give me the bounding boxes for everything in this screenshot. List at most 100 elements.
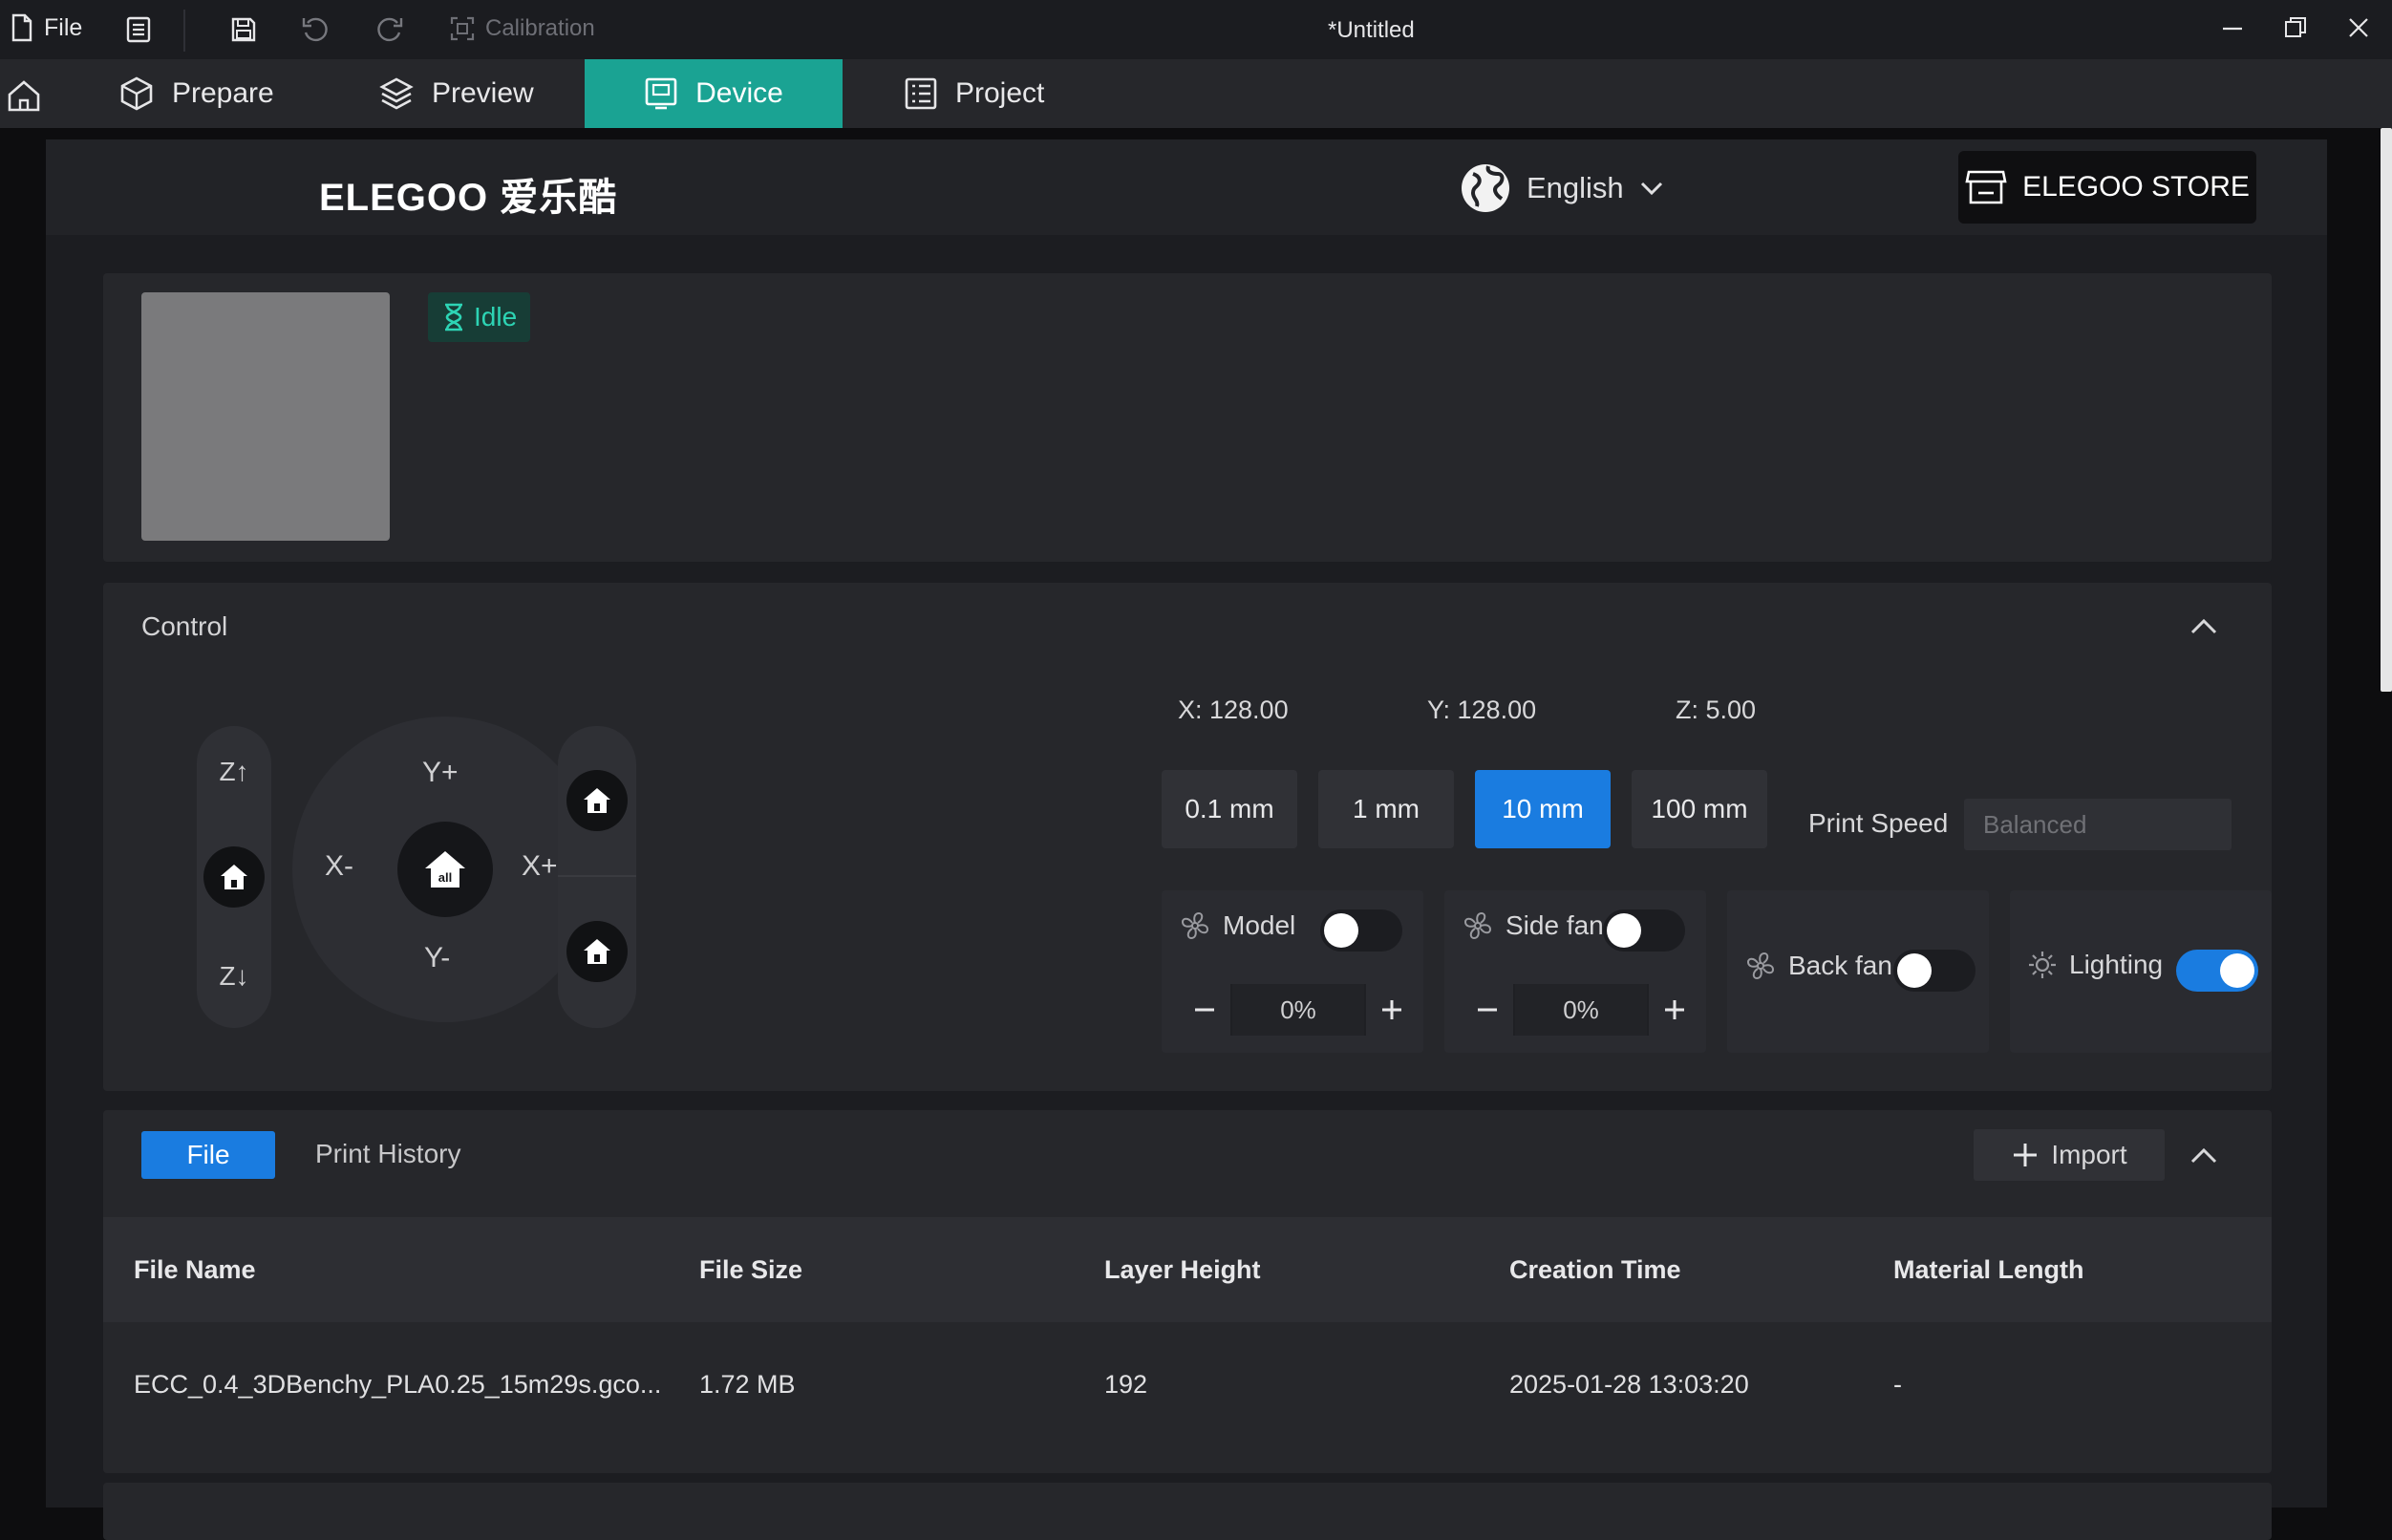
file-icon [11, 13, 32, 42]
xy-jog-pad: Y+ Y- X- X+ all [292, 717, 598, 1022]
tab-device[interactable]: Device [585, 59, 843, 128]
z-axis-control: Z↑ Z↓ [197, 726, 271, 1028]
cube-icon [120, 76, 153, 111]
language-selector[interactable]: English [1460, 162, 1664, 214]
save-icon [231, 17, 256, 42]
toggle-knob [1607, 913, 1641, 948]
home-icon [221, 865, 247, 889]
column-file-name[interactable]: File Name [134, 1255, 256, 1285]
undo-button[interactable] [300, 15, 331, 44]
home-all-button[interactable]: all [397, 822, 493, 917]
column-material-length[interactable]: Material Length [1893, 1255, 2084, 1285]
print-speed-label: Print Speed [1808, 808, 1949, 838]
lighting-label: Lighting [2069, 950, 2164, 979]
step-10mm-button[interactable]: 10 mm [1475, 770, 1611, 848]
column-layer-height[interactable]: Layer Height [1104, 1255, 1261, 1285]
language-label: English [1527, 171, 1624, 204]
model-fan-label-row: Model [1179, 909, 1295, 942]
side-fan-card: Side fan 0% [1444, 890, 1706, 1053]
side-fan-increase-button[interactable] [1649, 984, 1700, 1036]
print-speed-select[interactable]: Balanced [1964, 799, 2232, 850]
column-creation-time[interactable]: Creation Time [1509, 1255, 1681, 1285]
lighting-label-row: Lighting [2027, 950, 2163, 980]
z-coordinate: Z: 5.00 [1676, 695, 1757, 724]
back-fan-card: Back fan [1727, 890, 1989, 1053]
minimize-button[interactable] [2218, 13, 2247, 42]
home-all-label: all [438, 870, 452, 885]
x-minus-button[interactable]: X- [325, 850, 353, 883]
column-file-size[interactable]: File Size [699, 1255, 802, 1285]
redo-icon [377, 17, 403, 42]
device-page: ELEGOO 爱乐酷 English ELEGOO STORE Idle Con… [46, 139, 2327, 1540]
fan-icon [1181, 911, 1209, 940]
title-bar: File Calibration *Untitled [0, 0, 2392, 59]
model-fan-decrease-button[interactable] [1179, 984, 1230, 1036]
back-fan-toggle[interactable] [1893, 950, 1976, 992]
tab-preview[interactable]: Preview [378, 59, 534, 128]
calibration-label: Calibration [485, 15, 595, 41]
z-up-button[interactable]: Z↑ [197, 757, 271, 787]
home-column-divider [558, 875, 636, 877]
home-icon [8, 80, 40, 112]
x-plus-button[interactable]: X+ [522, 850, 558, 883]
side-fan-value[interactable]: 0% [1515, 984, 1647, 1036]
step-1mm-button[interactable]: 1 mm [1318, 770, 1454, 848]
store-icon [1965, 170, 2007, 204]
tab-prepare[interactable]: Prepare [118, 59, 274, 128]
home-icon [584, 939, 610, 964]
device-header: ELEGOO 爱乐酷 English ELEGOO STORE [46, 139, 2327, 235]
axis-home-column [558, 726, 636, 1028]
home-icon [584, 788, 610, 813]
home-all-icon: all [425, 851, 465, 888]
toggle-knob [1897, 953, 1932, 988]
calibration-menu[interactable]: Calibration [449, 15, 595, 42]
cell-file-size: 1.72 MB [699, 1370, 796, 1399]
file-menu-label: File [44, 13, 83, 41]
y-plus-button[interactable]: Y+ [422, 757, 459, 789]
redo-button[interactable] [374, 15, 405, 44]
z-down-button[interactable]: Z↓ [197, 961, 271, 992]
status-badge: Idle [428, 292, 531, 342]
elegoo-logo: ELEGOO 爱乐酷 [319, 177, 618, 219]
file-menu[interactable]: File [10, 13, 82, 42]
cell-layer-height: 192 [1104, 1370, 1148, 1399]
toolbar-divider [183, 10, 185, 52]
close-window-button[interactable] [2344, 13, 2373, 42]
document-list-button[interactable] [124, 15, 153, 44]
control-panel: Control Z↑ Z↓ Y+ Y- X- X+ all X: 128.00 … [103, 583, 2272, 1091]
back-fan-label: Back fan [1788, 951, 1892, 980]
y-minus-button[interactable]: Y- [424, 942, 450, 974]
globe-icon [1462, 164, 1509, 212]
import-button[interactable]: Import [1974, 1129, 2165, 1181]
elegoo-store-button[interactable]: ELEGOO STORE [1958, 151, 2256, 224]
extruder-home-button[interactable] [566, 921, 628, 982]
page-scrollbar[interactable] [2381, 128, 2392, 692]
tab-print-history[interactable]: Print History [315, 1139, 460, 1169]
z-home-button[interactable] [203, 846, 265, 908]
step-0-1mm-button[interactable]: 0.1 mm [1162, 770, 1297, 848]
tab-project[interactable]: Project [904, 59, 1044, 128]
step-100mm-button[interactable]: 100 mm [1632, 770, 1767, 848]
plus-icon [1665, 1000, 1684, 1019]
model-fan-toggle[interactable] [1320, 909, 1402, 952]
plus-icon [2014, 1144, 2038, 1166]
cell-file-name: ECC_0.4_3DBenchy_PLA0.25_15m29s.gco... [134, 1370, 662, 1399]
maximize-button[interactable] [2281, 13, 2310, 42]
xy-home-button[interactable] [566, 770, 628, 831]
tab-file[interactable]: File [141, 1131, 275, 1179]
model-fan-increase-button[interactable] [1366, 984, 1418, 1036]
hourglass-icon [445, 303, 462, 332]
main-tabs: Prepare Preview Device Project [0, 59, 2392, 128]
save-button[interactable] [229, 15, 258, 44]
model-fan-value[interactable]: 0% [1232, 984, 1364, 1036]
tab-prepare-label: Prepare [172, 77, 274, 109]
side-fan-toggle[interactable] [1603, 909, 1685, 952]
document-list-icon [126, 16, 151, 43]
side-fan-decrease-button[interactable] [1462, 984, 1513, 1036]
chevron-up-icon[interactable] [2189, 1146, 2218, 1166]
lighting-toggle[interactable] [2176, 950, 2258, 992]
side-fan-stepper: 0% [1462, 984, 1700, 1036]
undo-icon [302, 17, 328, 42]
chevron-up-icon[interactable] [2189, 617, 2218, 636]
home-button[interactable] [6, 78, 42, 113]
